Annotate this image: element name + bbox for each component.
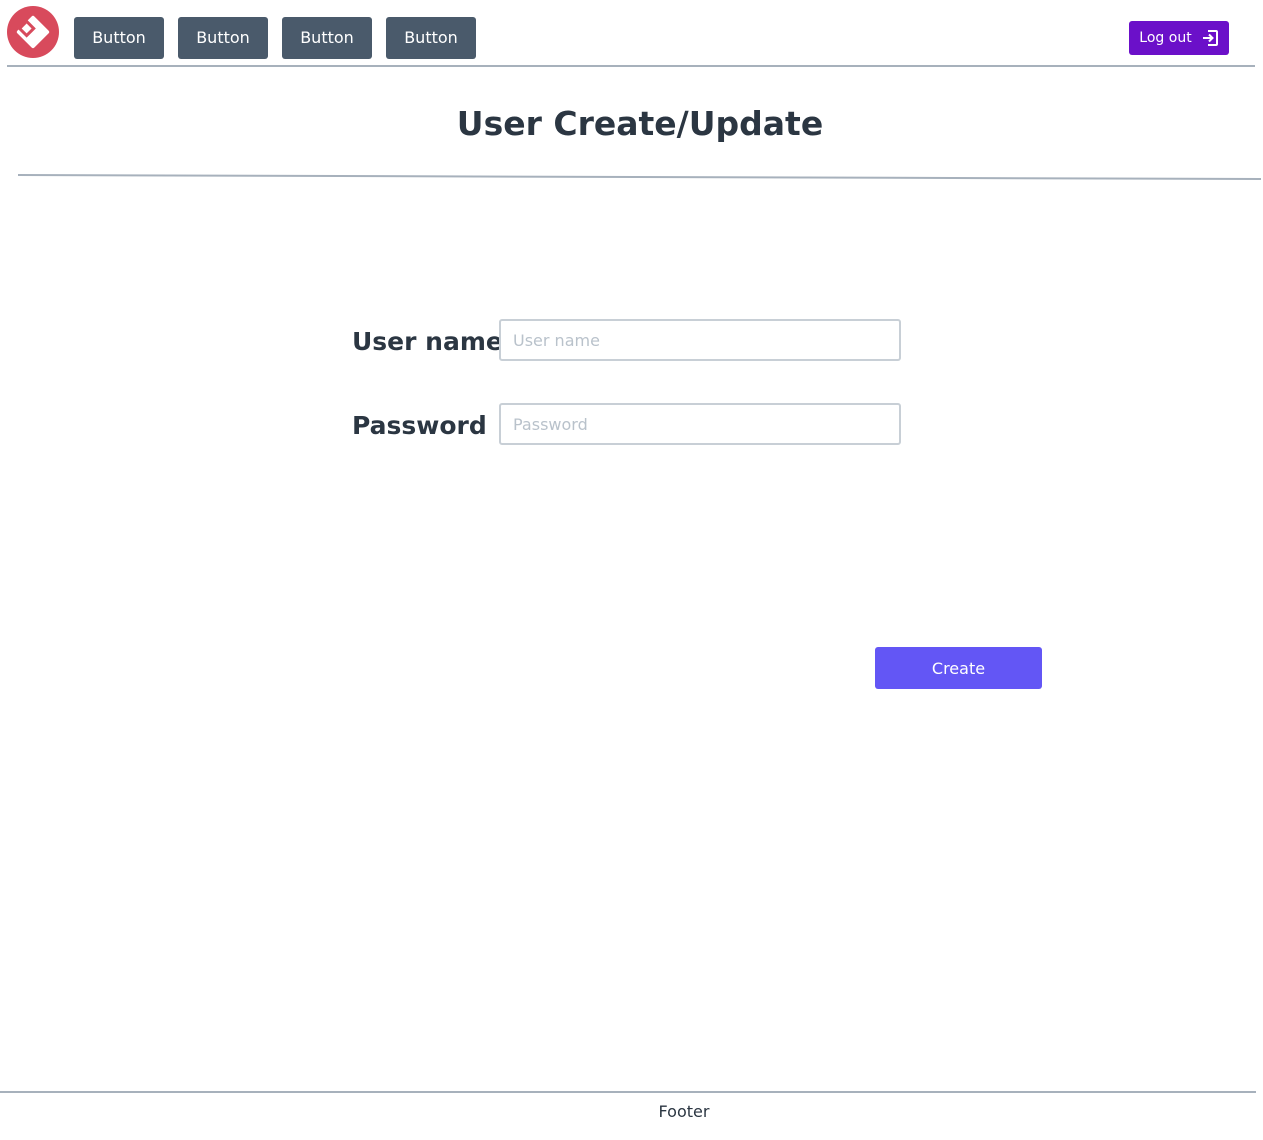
username-input[interactable] <box>499 319 901 361</box>
diamond-logo-icon <box>7 6 59 58</box>
password-input[interactable] <box>499 403 901 445</box>
password-label: Password <box>352 411 487 440</box>
header-divider <box>7 65 1255 67</box>
nav-button-3[interactable]: Button <box>282 17 372 59</box>
logout-icon <box>1201 29 1219 47</box>
logo[interactable] <box>7 6 59 58</box>
footer-divider <box>0 1091 1256 1093</box>
create-button[interactable]: Create <box>875 647 1042 689</box>
title-divider <box>18 174 1262 180</box>
nav-button-4[interactable]: Button <box>386 17 476 59</box>
footer-text: Footer <box>658 1102 710 1121</box>
page-title: User Create/Update <box>456 104 824 143</box>
nav-button-1[interactable]: Button <box>74 17 164 59</box>
page: Button Button Button Button Log out User… <box>0 0 1263 1140</box>
nav-button-2[interactable]: Button <box>178 17 268 59</box>
logout-label: Log out <box>1139 30 1192 46</box>
username-label: User name <box>352 327 503 356</box>
logout-button[interactable]: Log out <box>1129 21 1229 55</box>
